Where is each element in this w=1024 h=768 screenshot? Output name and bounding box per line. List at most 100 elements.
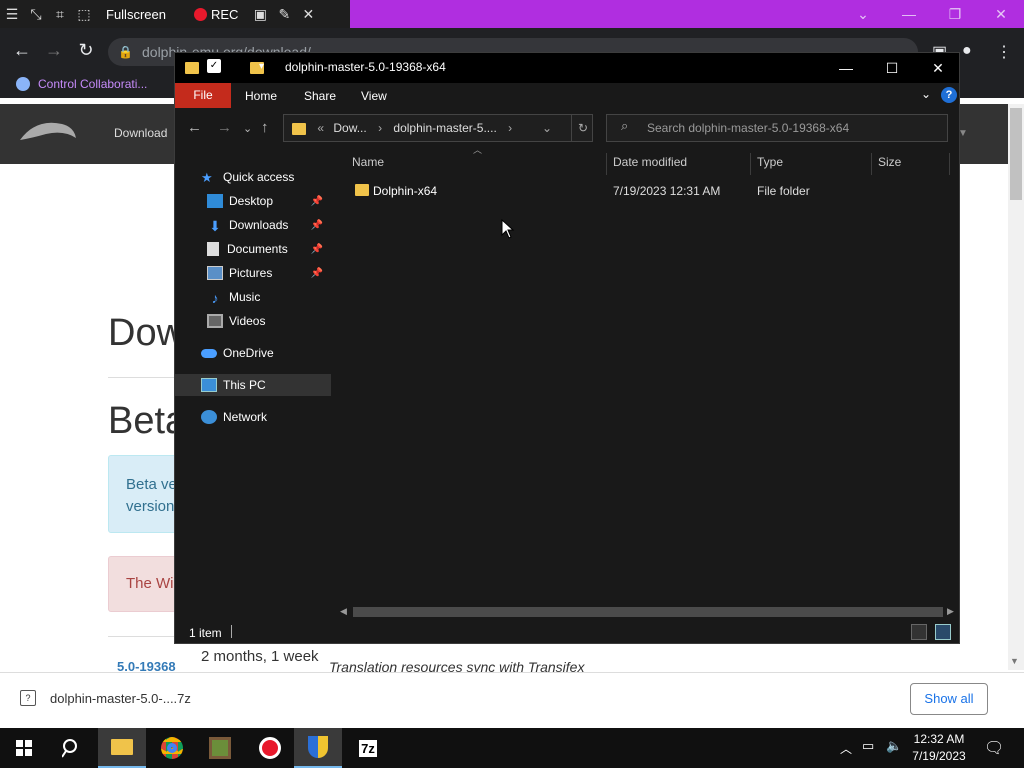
back-icon[interactable]: ← — [187, 119, 202, 136]
file-row[interactable]: Dolphin-x64 7/19/2023 12:31 AM File fold… — [351, 181, 951, 201]
help-icon[interactable]: ? — [941, 87, 957, 103]
column-divider[interactable] — [606, 153, 607, 175]
breadcrumb-separator-icon[interactable]: › — [508, 121, 512, 135]
nav-item-documents[interactable]: Documents 📌 — [175, 238, 331, 260]
nav-item-label: Quick access — [223, 170, 295, 184]
breadcrumb-separator-icon[interactable]: › — [378, 121, 382, 135]
volume-icon[interactable]: 🔈 — [886, 738, 902, 754]
nav-item-quick-access[interactable]: ★ Quick access — [175, 166, 331, 188]
file-name: Dolphin-x64 — [373, 184, 438, 198]
profile-icon[interactable]: ● — [962, 42, 972, 60]
minimize-icon[interactable]: — — [886, 0, 932, 28]
nav-item-music[interactable]: ♪ Music — [175, 286, 331, 308]
minimize-icon[interactable]: — — [823, 53, 869, 83]
chevron-up-icon[interactable]: ︿ — [840, 740, 852, 757]
region-icon[interactable]: ⬚ — [72, 0, 96, 28]
nav-item-network[interactable]: Network — [175, 406, 331, 428]
address-bar[interactable]: « Dow... › dolphin-master-5.... › ⌄ ↻ — [283, 114, 593, 142]
7zip-taskbar-button[interactable]: 7z — [344, 728, 392, 768]
restore-icon[interactable]: ❐ — [932, 0, 978, 28]
details-view-icon[interactable] — [911, 624, 927, 640]
breadcrumb-segment[interactable]: Dow... — [333, 121, 366, 135]
shrink-icon[interactable]: ⤡ — [24, 0, 48, 28]
nav-item-label: Network — [223, 410, 268, 424]
nav-item-label: Desktop — [229, 194, 274, 208]
customize-toolbar-icon[interactable]: ▾ — [259, 61, 264, 72]
properties-icon[interactable]: ✓ — [207, 59, 221, 73]
file-explorer-taskbar-button[interactable] — [98, 728, 146, 768]
search-input[interactable]: Search dolphin-master-5.0-19368-x64 — [606, 114, 948, 142]
star-icon: ★ — [201, 170, 213, 185]
scroll-left-icon[interactable]: ◀ — [340, 606, 347, 617]
nav-item-this-pc[interactable]: This PC — [175, 374, 331, 396]
start-button[interactable] — [0, 728, 48, 768]
network-tray-icon[interactable]: ▭ — [862, 738, 874, 754]
security-taskbar-button[interactable] — [294, 728, 342, 768]
horizontal-scrollbar-thumb[interactable] — [353, 607, 943, 617]
close-icon[interactable]: ✕ — [296, 0, 320, 28]
maximize-icon[interactable]: ☐ — [869, 53, 915, 83]
clock[interactable]: 12:32 AM 7/19/2023 — [908, 731, 970, 765]
scroll-right-icon[interactable]: ▶ — [947, 606, 954, 617]
scroll-down-icon[interactable]: ▼ — [1010, 656, 1019, 666]
column-divider[interactable] — [750, 153, 751, 175]
close-icon[interactable]: ✕ — [915, 53, 961, 83]
chevron-down-icon[interactable]: ⌄ — [840, 0, 886, 28]
address-overflow-icon[interactable]: « — [317, 121, 324, 135]
column-header-type[interactable]: Type — [757, 155, 783, 169]
menu-icon[interactable]: ☰ — [0, 0, 24, 28]
large-icons-view-icon[interactable] — [935, 624, 951, 640]
page-scrollbar-thumb[interactable] — [1010, 108, 1022, 200]
pin-icon[interactable]: 📌 — [311, 220, 323, 231]
bookmark-item[interactable]: Control Collaborati... — [38, 77, 147, 91]
chrome-taskbar-button[interactable] — [148, 728, 196, 768]
camera-icon[interactable]: ▣ — [248, 0, 272, 28]
pc-icon — [201, 378, 217, 392]
close-window-icon[interactable]: ✕ — [978, 0, 1024, 28]
pen-icon[interactable]: ✎ — [272, 0, 296, 28]
column-divider[interactable] — [871, 153, 872, 175]
back-icon[interactable]: ← — [12, 40, 32, 61]
notifications-icon[interactable]: 🗨 — [984, 738, 1004, 758]
explorer-title-bar[interactable]: ✓ ▾ dolphin-master-5.0-19368-x64 — ☐ ✕ — [175, 53, 959, 83]
tab-view[interactable]: View — [361, 89, 387, 103]
nav-download-link[interactable]: Download — [114, 126, 167, 140]
expand-ribbon-icon[interactable]: ⌄ — [921, 87, 931, 101]
recorder-taskbar-button[interactable] — [246, 728, 294, 768]
up-icon[interactable]: ↑ — [261, 119, 269, 136]
search-button[interactable] — [48, 728, 96, 768]
pin-icon[interactable]: 📌 — [311, 244, 323, 255]
nav-item-pictures[interactable]: Pictures 📌 — [175, 262, 331, 284]
record-label: REC — [210, 6, 239, 22]
forward-icon[interactable]: → — [44, 40, 64, 61]
ribbon-tabs — [175, 83, 959, 109]
column-divider[interactable] — [949, 153, 950, 175]
breadcrumb-segment[interactable]: dolphin-master-5.... — [393, 121, 496, 135]
pin-icon[interactable]: 📌 — [311, 268, 323, 279]
nav-item-downloads[interactable]: ⬇ Downloads 📌 — [175, 214, 331, 236]
tab-share[interactable]: Share — [304, 89, 336, 103]
tab-file[interactable]: File — [175, 83, 231, 108]
column-header-size[interactable]: Size — [878, 155, 901, 169]
nav-item-videos[interactable]: Videos — [175, 310, 331, 332]
show-all-button[interactable]: Show all — [910, 683, 988, 715]
more-icon[interactable]: ⋮ — [996, 42, 1012, 62]
tab-home[interactable]: Home — [245, 89, 277, 103]
crop-icon[interactable]: ⌗ — [48, 0, 72, 28]
forward-icon[interactable]: → — [217, 119, 232, 136]
record-button[interactable]: REC — [193, 6, 239, 22]
fullscreen-label[interactable]: Fullscreen — [106, 7, 166, 22]
nav-item-desktop[interactable]: Desktop 📌 — [175, 190, 331, 212]
clock-date: 7/19/2023 — [912, 749, 966, 763]
pin-icon[interactable]: 📌 — [311, 196, 323, 207]
download-item[interactable]: ? dolphin-master-5.0-....7z — [20, 690, 191, 706]
column-header-name[interactable]: Name — [352, 155, 384, 169]
nav-item-onedrive[interactable]: OneDrive — [175, 342, 331, 364]
refresh-icon[interactable]: ↻ — [571, 115, 588, 141]
file-date-modified: 7/19/2023 12:31 AM — [613, 184, 721, 198]
address-dropdown-icon[interactable]: ⌄ — [542, 115, 552, 141]
minecraft-taskbar-button[interactable] — [196, 728, 244, 768]
recent-locations-icon[interactable]: ⌄ — [243, 122, 252, 135]
reload-icon[interactable]: ↻ — [76, 40, 96, 61]
column-header-date[interactable]: Date modified — [613, 155, 687, 169]
